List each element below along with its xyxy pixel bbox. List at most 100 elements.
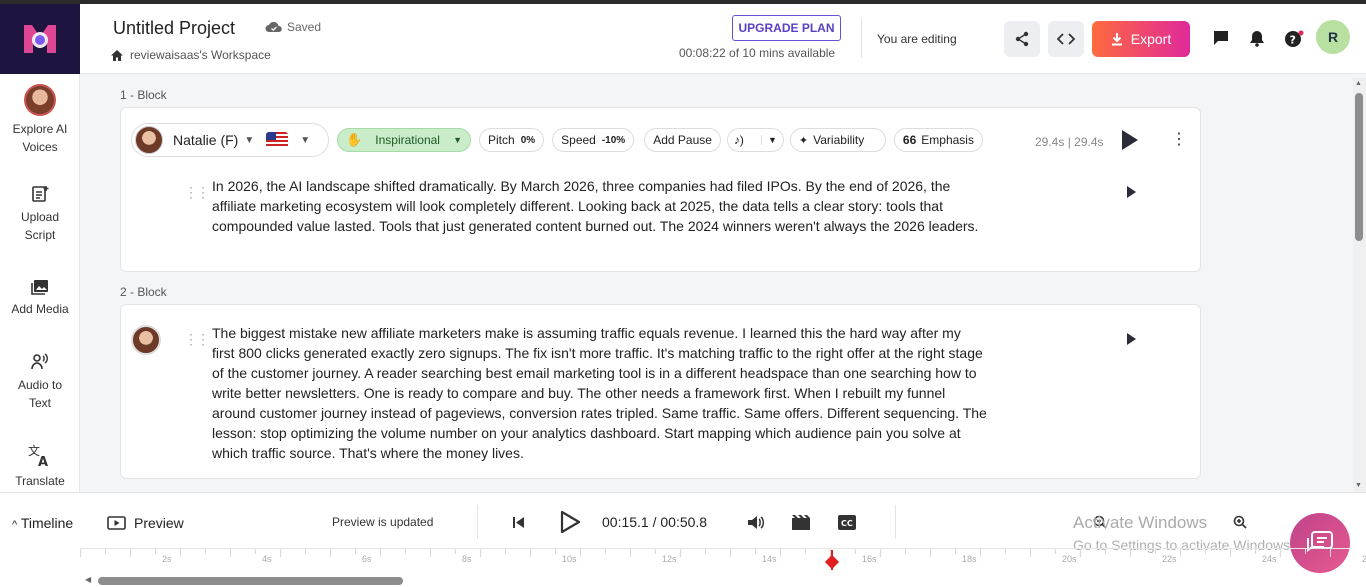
block-2-text[interactable]: The biggest mistake new affiliate market… (212, 323, 987, 463)
us-flag-icon[interactable] (266, 132, 289, 148)
voice-selector[interactable]: Natalie (F) ▼ ▼ (131, 123, 329, 157)
help-icon[interactable]: ? (1284, 30, 1304, 48)
more-options-icon[interactable]: ⋮ (1171, 132, 1187, 148)
ruler-tick-label: 6s (362, 554, 372, 564)
timeline-toggle[interactable]: ^ Timeline (12, 515, 73, 531)
ruler-tick (605, 549, 606, 554)
chevron-down-icon[interactable]: ▼ (244, 135, 254, 146)
ruler-tick (405, 549, 406, 554)
voice-avatar[interactable] (131, 325, 161, 355)
time-available: 00:08:22 of 10 mins available (679, 46, 836, 60)
block-duration: 29.4s | 29.4s (1035, 135, 1104, 149)
play-paragraph-icon[interactable] (1127, 333, 1136, 345)
play-icon[interactable] (559, 510, 581, 534)
emotion-icon: ✋ (346, 132, 363, 147)
top-header: Untitled Project Saved reviewaisaas's Wo… (80, 4, 1366, 74)
ruler-tick-label: 16s (862, 554, 877, 564)
share-icon (1015, 31, 1029, 47)
pronunciation-icon: ♪) (733, 133, 744, 147)
sidebar-item-audio-to-text[interactable]: Audio to Text (0, 352, 80, 412)
pitch-value: 0% (520, 134, 536, 146)
zoom-in-icon[interactable] (1233, 515, 1247, 529)
sidebar-item-label: Add Media (11, 302, 69, 316)
scroll-left-icon[interactable]: ◀ (85, 575, 91, 584)
sidebar-item-translate[interactable]: 文A Translate (0, 442, 80, 490)
bottom-player-bar: ^ Timeline Preview Preview is updated 00… (0, 492, 1366, 587)
ruler-tick (1280, 549, 1281, 557)
share-button[interactable] (1004, 21, 1040, 57)
sidebar-item-upload-script[interactable]: Upload Script (0, 184, 80, 244)
ruler-tick-label: 4s (262, 554, 272, 564)
chevron-up-icon: ^ (12, 519, 18, 531)
playback-time: 00:15.1 / 00:50.8 (602, 514, 708, 530)
sidebar-item-add-media[interactable]: Add Media (0, 278, 80, 318)
export-button[interactable]: Export (1092, 21, 1190, 57)
sidebar-item-explore-voices[interactable]: Explore AI Voices (0, 84, 80, 156)
ruler-tick (680, 549, 681, 557)
player-divider (477, 505, 478, 539)
block-2-label: 2 - Block (120, 285, 167, 299)
scroll-down-icon[interactable]: ▼ (1355, 482, 1362, 489)
volume-icon[interactable] (747, 515, 765, 530)
notification-bell-icon[interactable] (1249, 30, 1265, 47)
vertical-scroll-thumb[interactable] (1355, 93, 1363, 241)
timeline-ruler[interactable]: 2s 4s 6s 8s 10s 12s 14s 16s 18s 20s 22s 24s 26s (80, 548, 1366, 570)
ruler-tick (980, 549, 981, 557)
ruler-tick (105, 549, 106, 554)
block-2-card: ⋮⋮ The biggest mistake new affiliate mar… (120, 304, 1201, 479)
drag-handle-icon[interactable]: ⋮⋮ (184, 331, 210, 348)
ruler-tick (305, 549, 306, 554)
ruler-tick (1180, 549, 1181, 557)
pitch-control[interactable]: Pitch 0% (479, 128, 545, 152)
variability-button[interactable]: ✦ Variability (789, 128, 886, 152)
scenes-icon[interactable] (792, 515, 810, 530)
skip-back-icon[interactable] (513, 517, 525, 528)
captions-icon[interactable]: CC (838, 515, 856, 530)
ruler-tick (530, 549, 531, 557)
timeline-label: Timeline (20, 515, 74, 531)
ruler-tick (255, 549, 256, 554)
upgrade-plan-button[interactable]: UPGRADE PLAN (732, 15, 841, 41)
ruler-tick (1105, 549, 1106, 554)
speed-control[interactable]: Speed -10% (552, 128, 635, 152)
play-paragraph-icon[interactable] (1127, 186, 1136, 198)
ruler-tick (805, 549, 806, 554)
pitch-label: Pitch (488, 133, 515, 147)
emotion-selector[interactable]: ✋ Inspirational ▼ (337, 128, 471, 152)
scroll-up-icon[interactable]: ▲ (1355, 80, 1362, 87)
ruler-tick (905, 549, 906, 554)
editing-status: You are editing (877, 32, 957, 46)
pronunciation-control[interactable]: ♪) ▼ (726, 128, 784, 152)
svg-text:?: ? (1290, 34, 1296, 47)
sidebar-item-label: Upload Script (20, 210, 60, 242)
chevron-down-icon[interactable]: ▼ (300, 135, 310, 146)
voice-name: Natalie (F) (173, 132, 239, 148)
comment-icon[interactable] (1213, 30, 1229, 46)
ruler-tick (455, 549, 456, 554)
user-avatar[interactable]: R (1316, 20, 1350, 54)
play-block-icon[interactable] (1122, 130, 1138, 150)
workspace-link[interactable]: reviewaisaas's Workspace (110, 48, 271, 62)
horizontal-scroll-thumb[interactable] (98, 577, 403, 585)
block-1-text[interactable]: In 2026, the AI landscape shifted dramat… (212, 176, 987, 236)
ruler-tick-label: 8s (462, 554, 472, 564)
embed-code-button[interactable] (1048, 21, 1084, 57)
code-icon (1057, 33, 1075, 45)
app-logo[interactable] (0, 4, 80, 74)
ruler-tick-label: 2s (162, 554, 172, 564)
cloud-check-icon (265, 21, 282, 32)
preview-icon (107, 515, 126, 530)
project-title[interactable]: Untitled Project (113, 18, 235, 39)
ruler-tick (1055, 549, 1056, 554)
preview-button[interactable]: Preview (107, 515, 184, 531)
header-divider (861, 18, 862, 58)
drag-handle-icon[interactable]: ⋮⋮ (184, 184, 210, 201)
export-label: Export (1130, 31, 1172, 47)
ruler-tick (1155, 549, 1156, 554)
ruler-tick (880, 549, 881, 557)
emphasis-button[interactable]: 66 Emphasis (893, 128, 983, 152)
workspace-label: reviewaisaas's Workspace (130, 48, 271, 62)
add-pause-button[interactable]: Add Pause (644, 128, 721, 152)
ruler-tick (1005, 549, 1006, 554)
media-icon (31, 280, 48, 295)
